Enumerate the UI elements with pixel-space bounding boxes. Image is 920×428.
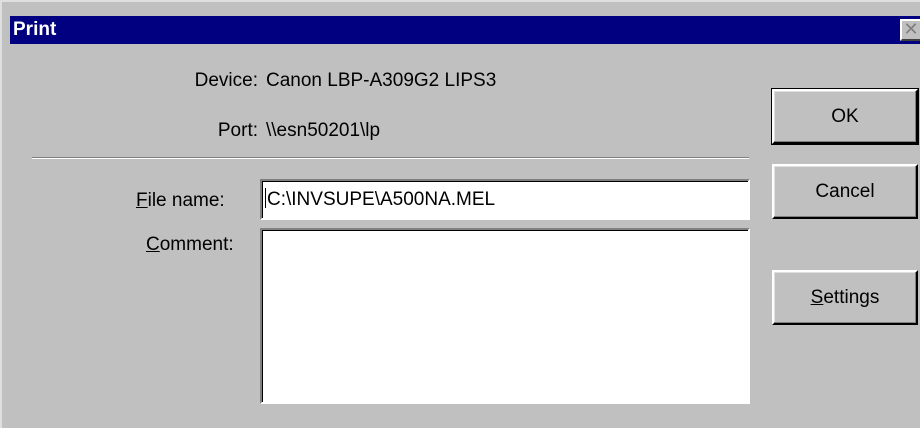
device-value: Canon LBP-A309G2 LIPS3: [266, 70, 497, 91]
comment-label-text: omment:: [159, 234, 234, 255]
file-name-label: File name:: [136, 190, 225, 212]
file-name-field[interactable]: C:\INVSUPE\A500NA.MEL: [260, 179, 750, 220]
device-label: Device:: [194, 70, 258, 91]
comment-mnemonic: C: [146, 234, 160, 255]
comment-field[interactable]: [260, 228, 750, 404]
window-title: Print: [13, 19, 57, 40]
separator: [32, 157, 749, 159]
settings-button[interactable]: Settings: [772, 270, 918, 325]
close-button[interactable]: ✕: [900, 19, 920, 41]
file-name-label-text: ile name:: [147, 190, 225, 211]
print-dialog: Print ✕ Device: Canon LBP-A309G2 LIPS3 P…: [0, 0, 920, 428]
settings-mnemonic: S: [810, 287, 824, 308]
title-bar: Print ✕: [10, 16, 920, 44]
close-icon: ✕: [903, 19, 919, 39]
ok-button[interactable]: OK: [771, 88, 919, 145]
comment-label: Comment:: [146, 234, 234, 256]
settings-label: ettings: [823, 287, 880, 308]
file-name-mnemonic: F: [136, 190, 148, 211]
port-label: Port:: [217, 120, 258, 141]
port-value: \\esn50201\lp: [266, 120, 381, 141]
file-name-value: C:\INVSUPE\A500NA.MEL: [265, 188, 495, 211]
text-caret: [265, 188, 266, 208]
file-name-text: C:\INVSUPE\A500NA.MEL: [267, 189, 496, 210]
cancel-button[interactable]: Cancel: [772, 164, 918, 219]
